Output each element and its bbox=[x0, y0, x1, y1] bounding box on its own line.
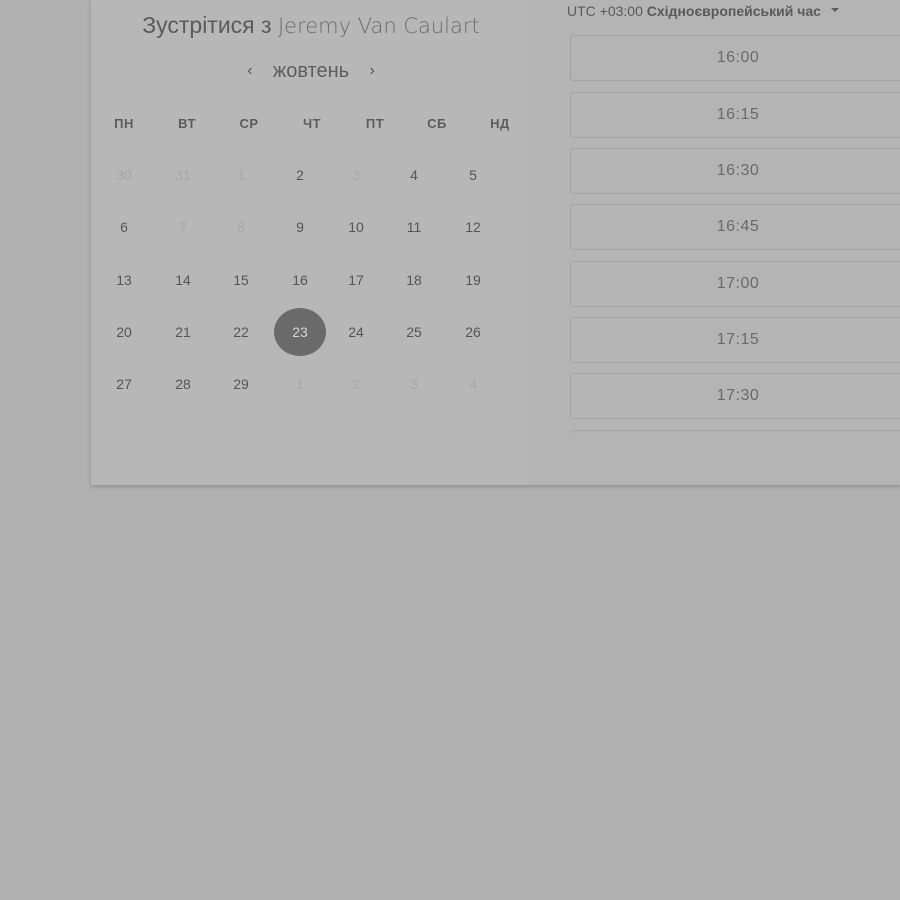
calendar-day: 8 bbox=[237, 219, 245, 235]
calendar-day[interactable]: 24 bbox=[330, 308, 382, 356]
calendar-day[interactable]: 2 bbox=[274, 151, 326, 199]
calendar-day-selected[interactable]: 23 bbox=[274, 308, 326, 356]
weekday-label: ПТ bbox=[365, 116, 385, 131]
time-slot-button[interactable]: 17:00 bbox=[570, 261, 900, 307]
month-navigation: ‹ жовтень › bbox=[91, 58, 531, 84]
calendar-day: 4 bbox=[469, 376, 477, 392]
title-prefix: Зустрітися з bbox=[142, 12, 272, 38]
calendar-day[interactable]: 22 bbox=[215, 308, 267, 356]
calendar-day[interactable]: 10 bbox=[330, 203, 382, 251]
chevron-left-icon[interactable]: ‹ bbox=[241, 60, 259, 82]
weekday-label: СР bbox=[239, 116, 259, 131]
calendar-day: 1 bbox=[296, 376, 304, 392]
calendar-day[interactable]: 11 bbox=[388, 203, 440, 251]
calendar-day: 7 bbox=[179, 219, 187, 235]
caret-down-icon bbox=[830, 8, 839, 13]
time-slot-button[interactable]: 17:15 bbox=[570, 317, 900, 363]
scheduling-card: Зустрітися з Jeremy Van Caulart ‹ жовтен… bbox=[91, 0, 900, 485]
weekday-label: ЧТ bbox=[302, 116, 322, 131]
calendar-day: 1 bbox=[237, 167, 245, 183]
calendar-day[interactable]: 5 bbox=[447, 151, 499, 199]
calendar-day[interactable]: 9 bbox=[274, 203, 326, 251]
month-label: жовтень bbox=[272, 59, 350, 82]
calendar-day[interactable]: 25 bbox=[388, 308, 440, 356]
calendar-day[interactable]: 12 bbox=[447, 203, 499, 251]
calendar-day: 2 bbox=[352, 376, 360, 392]
calendar-day[interactable]: 20 bbox=[98, 308, 150, 356]
calendar-day[interactable]: 29 bbox=[215, 360, 267, 408]
calendar-day: 3 bbox=[352, 167, 360, 183]
weekday-label: ВТ bbox=[178, 116, 196, 131]
timezone-selector[interactable]: UTC +03:00 Східноєвропейський час bbox=[567, 3, 839, 19]
calendar-day[interactable]: 16 bbox=[274, 256, 326, 304]
page-title: Зустрітися з Jeremy Van Caulart bbox=[91, 12, 531, 39]
calendar-day: 31 bbox=[175, 167, 191, 183]
chevron-right-icon[interactable]: › bbox=[363, 60, 381, 82]
time-slot-button[interactable]: 16:15 bbox=[570, 92, 900, 138]
calendar-day[interactable]: 13 bbox=[98, 256, 150, 304]
calendar-day[interactable]: 19 bbox=[447, 256, 499, 304]
page-overlay: Зустрітися з Jeremy Van Caulart ‹ жовтен… bbox=[0, 0, 900, 900]
calendar-day: 30 bbox=[116, 167, 132, 183]
weekday-header: ПН ВТ СР ЧТ ПТ СБ НД bbox=[91, 116, 531, 132]
calendar-day[interactable]: 27 bbox=[98, 360, 150, 408]
calendar-day[interactable]: 28 bbox=[157, 360, 209, 408]
calendar-day[interactable]: 21 bbox=[157, 308, 209, 356]
weekday-label: СБ bbox=[427, 116, 447, 131]
time-slot-button[interactable]: 16:30 bbox=[570, 148, 900, 194]
time-slot-button[interactable]: 17:30 bbox=[570, 373, 900, 419]
calendar-day[interactable]: 4 bbox=[388, 151, 440, 199]
weekday-label: НД bbox=[490, 116, 510, 131]
time-slot-button[interactable] bbox=[570, 430, 900, 435]
calendar-day[interactable]: 26 bbox=[447, 308, 499, 356]
calendar-day[interactable]: 6 bbox=[98, 203, 150, 251]
calendar-panel: Зустрітися з Jeremy Van Caulart ‹ жовтен… bbox=[91, 0, 527, 485]
time-slot-button[interactable]: 16:00 bbox=[570, 35, 900, 81]
time-slot-list[interactable]: 16:00 16:15 16:30 16:45 17:00 17:15 17:30 bbox=[570, 35, 900, 435]
calendar-day[interactable]: 14 bbox=[157, 256, 209, 304]
calendar-day[interactable]: 17 bbox=[330, 256, 382, 304]
time-slot-button[interactable]: 16:45 bbox=[570, 204, 900, 250]
timezone-name: Східноєвропейський час bbox=[646, 3, 821, 19]
calendar-day: 3 bbox=[410, 376, 418, 392]
host-name: Jeremy Van Caulart bbox=[277, 14, 480, 38]
weekday-label: ПН bbox=[114, 116, 134, 131]
timezone-offset: UTC +03:00 bbox=[567, 3, 643, 19]
calendar-day[interactable]: 15 bbox=[215, 256, 267, 304]
calendar-day[interactable]: 18 bbox=[388, 256, 440, 304]
